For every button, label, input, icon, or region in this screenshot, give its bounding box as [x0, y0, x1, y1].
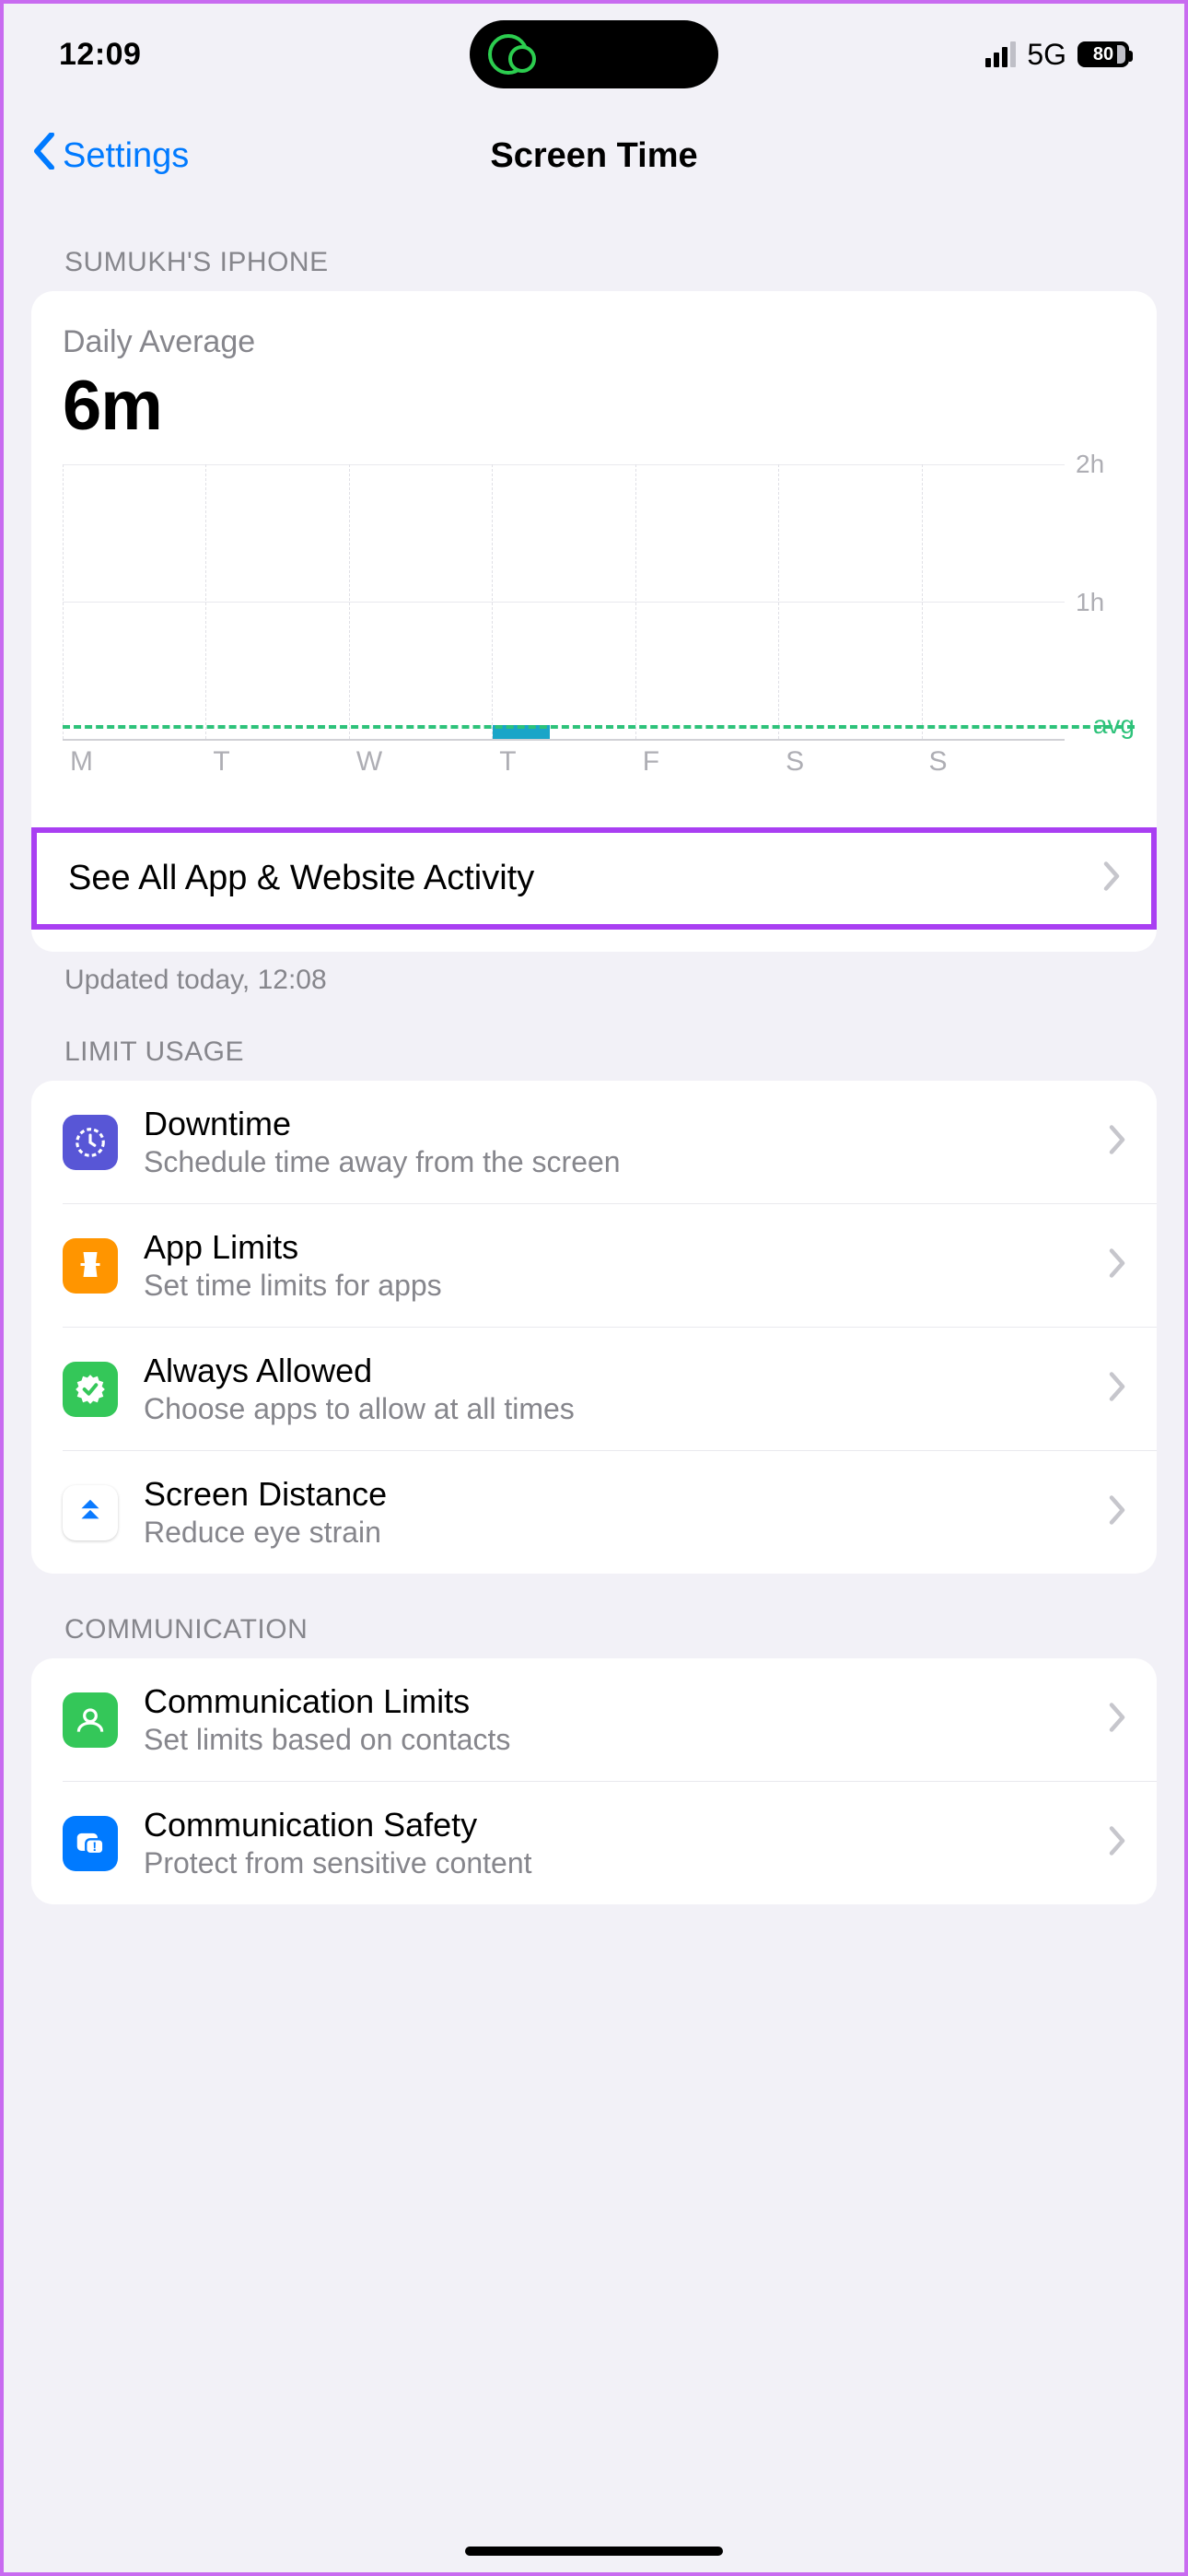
status-right: 5G 80: [985, 38, 1129, 72]
downtime-icon: [63, 1115, 118, 1170]
comm-safety-row[interactable]: ! Communication Safety Protect from sens…: [63, 1781, 1157, 1904]
svg-text:!: !: [92, 1839, 97, 1854]
chart-x-tick: W: [349, 746, 492, 778]
chart-x-tick: S: [778, 746, 921, 778]
downtime-sub: Schedule time away from the screen: [144, 1145, 1109, 1179]
chevron-right-icon: [1109, 1248, 1125, 1282]
comm-limits-title: Communication Limits: [144, 1682, 1109, 1721]
battery-icon: 80: [1077, 41, 1129, 67]
app-limits-sub: Set time limits for apps: [144, 1269, 1109, 1303]
status-time: 12:09: [59, 37, 141, 73]
communication-list: Communication Limits Set limits based on…: [31, 1658, 1157, 1904]
chevron-right-icon: [1109, 1826, 1125, 1860]
cellular-signal-icon: [985, 41, 1016, 67]
usage-summary-card: Daily Average 6m avg 2h1h MTWTFSS See Al…: [31, 291, 1157, 952]
battery-level: 80: [1079, 44, 1127, 65]
chevron-right-icon: [1109, 1703, 1125, 1737]
page-title: Screen Time: [490, 136, 697, 176]
app-limits-title: App Limits: [144, 1228, 1109, 1267]
screen-distance-row[interactable]: Screen Distance Reduce eye strain: [63, 1450, 1157, 1574]
section-header-limit: LIMIT USAGE: [4, 996, 1184, 1081]
section-header-communication: COMMUNICATION: [4, 1574, 1184, 1658]
downtime-row[interactable]: Downtime Schedule time away from the scr…: [31, 1081, 1157, 1203]
always-allowed-icon: [63, 1362, 118, 1417]
comm-safety-icon: !: [63, 1816, 118, 1871]
home-indicator[interactable]: [465, 2547, 723, 2556]
back-label: Settings: [63, 136, 189, 176]
app-limits-row[interactable]: App Limits Set time limits for apps: [63, 1203, 1157, 1327]
status-bar: 12:09 5G 80: [4, 4, 1184, 105]
network-type: 5G: [1027, 38, 1066, 72]
chart-x-tick: T: [205, 746, 348, 778]
daily-average-value: 6m: [63, 366, 1125, 446]
usage-chart: avg 2h1h MTWTFSS: [31, 446, 1157, 787]
app-limits-icon: [63, 1238, 118, 1294]
chevron-right-icon: [1109, 1495, 1125, 1529]
chevron-left-icon: [31, 133, 57, 179]
always-allowed-row[interactable]: Always Allowed Choose apps to allow at a…: [63, 1327, 1157, 1450]
always-allowed-title: Always Allowed: [144, 1352, 1109, 1390]
limit-usage-list: Downtime Schedule time away from the scr…: [31, 1081, 1157, 1574]
section-header-device: SUMUKH'S IPHONE: [4, 206, 1184, 291]
chart-x-tick: T: [492, 746, 635, 778]
comm-limits-sub: Set limits based on contacts: [144, 1723, 1109, 1757]
updated-timestamp: Updated today, 12:08: [4, 952, 1184, 996]
chart-x-tick: M: [63, 746, 205, 778]
chevron-right-icon: [1109, 1372, 1125, 1406]
navigation-bar: Settings Screen Time: [4, 105, 1184, 206]
screen-distance-sub: Reduce eye strain: [144, 1516, 1109, 1550]
chart-y-tick: 2h: [1076, 450, 1104, 479]
daily-average-label: Daily Average: [63, 324, 1125, 360]
screen-distance-title: Screen Distance: [144, 1475, 1109, 1514]
back-button[interactable]: Settings: [31, 133, 189, 179]
see-all-activity-label: See All App & Website Activity: [68, 859, 534, 898]
comm-safety-title: Communication Safety: [144, 1806, 1109, 1844]
chevron-right-icon: [1109, 1125, 1125, 1159]
screen-distance-icon: [63, 1485, 118, 1540]
see-all-activity-row[interactable]: See All App & Website Activity: [31, 827, 1157, 930]
sharing-icon: [488, 34, 529, 75]
chart-y-tick: 1h: [1076, 588, 1104, 617]
dynamic-island[interactable]: [470, 20, 718, 88]
chart-x-tick: F: [635, 746, 778, 778]
comm-limits-row[interactable]: Communication Limits Set limits based on…: [31, 1658, 1157, 1781]
chart-x-tick: S: [922, 746, 1065, 778]
chevron-right-icon: [1103, 861, 1120, 896]
downtime-title: Downtime: [144, 1105, 1109, 1143]
always-allowed-sub: Choose apps to allow at all times: [144, 1392, 1109, 1426]
comm-safety-sub: Protect from sensitive content: [144, 1846, 1109, 1880]
comm-limits-icon: [63, 1692, 118, 1748]
